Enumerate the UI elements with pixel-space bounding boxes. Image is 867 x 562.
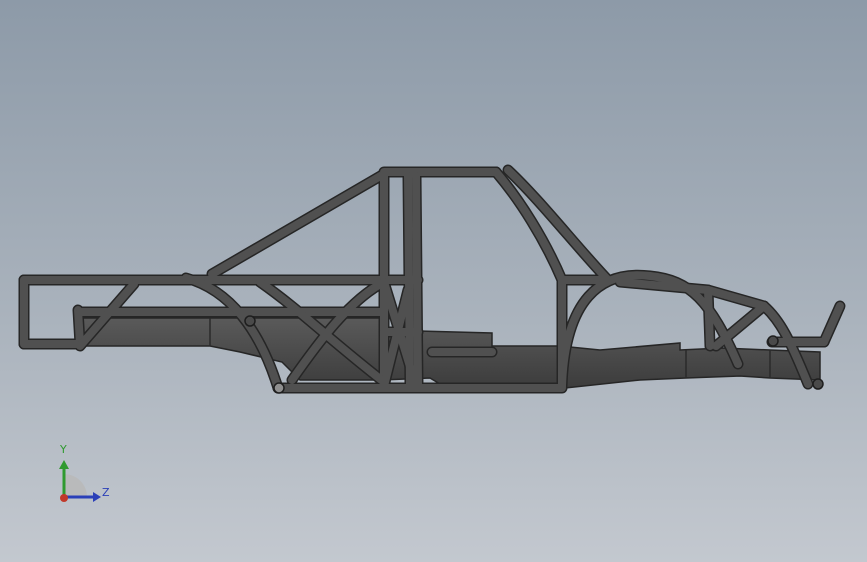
- tube-end-cap: [767, 335, 779, 347]
- triad-axes: [59, 460, 101, 502]
- tube-end-cap: [244, 315, 256, 327]
- triad-z-arrow-icon: [93, 492, 101, 502]
- tube-end-cap: [273, 382, 285, 394]
- tube-end-cap: [812, 378, 824, 390]
- triad-y-label: Y: [60, 443, 67, 456]
- orientation-triad: Y Z: [40, 440, 120, 510]
- triad-z-label: Z: [102, 486, 110, 499]
- graphics-viewport[interactable]: Y Z: [0, 0, 867, 562]
- triad-y-arrow-icon: [59, 460, 69, 469]
- triad-xy-plane-arc: [64, 474, 87, 497]
- triad-x-axis-dot: [60, 494, 68, 502]
- chassis-frame-model[interactable]: [0, 0, 867, 562]
